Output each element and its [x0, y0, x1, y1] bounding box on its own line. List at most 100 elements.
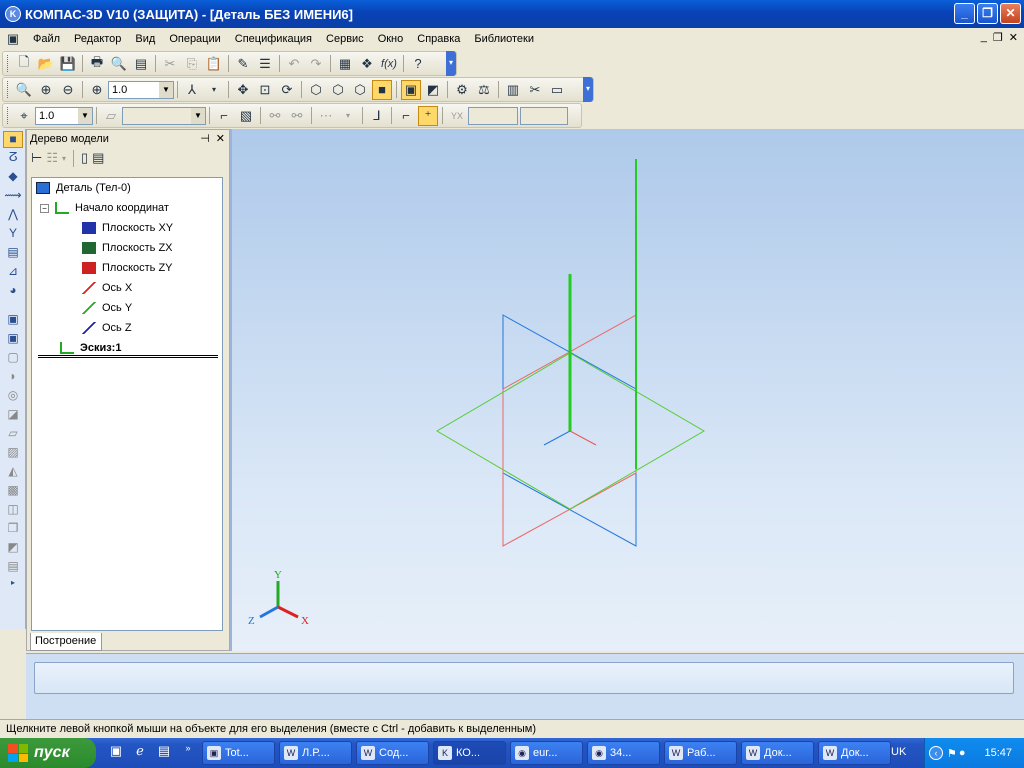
tree-node-plane-xy[interactable]: Плоскость XY [82, 222, 173, 234]
measure-icon[interactable]: ⊿ [3, 264, 23, 281]
wireframe-icon[interactable]: ⬡ [306, 80, 326, 100]
menu-specification[interactable]: Спецификация [228, 33, 319, 45]
mirror-icon[interactable]: ◫ [3, 502, 23, 519]
model-viewport[interactable]: Y X Z [230, 129, 1024, 651]
menu-service[interactable]: Сервис [319, 33, 371, 45]
globe-icon[interactable]: ● [959, 747, 966, 759]
tree-node-root[interactable]: Деталь (Тел-0) [36, 182, 131, 194]
x-coordinate-field[interactable] [468, 106, 518, 125]
tree-node-axis-x[interactable]: Ось X [82, 282, 132, 294]
quicklaunch-more-icon[interactable]: » [178, 743, 198, 763]
orientation-icon[interactable]: ⅄ [182, 80, 202, 100]
display-icon[interactable]: ▭ [547, 80, 567, 100]
sketch-icon[interactable]: ⌐ [214, 106, 234, 126]
pin-icon[interactable]: ⊣ [200, 132, 210, 145]
context-help-icon[interactable]: ? [408, 54, 428, 74]
taskbar-item[interactable]: W Док... [741, 741, 814, 765]
print-icon[interactable]: 🖶 [87, 54, 107, 74]
calculator-icon[interactable]: ▤ [154, 743, 174, 763]
fit-all-icon[interactable]: ⊡ [255, 80, 275, 100]
layer-icon[interactable]: ▱ [101, 106, 121, 126]
model-check-icon[interactable]: ▥ [503, 80, 523, 100]
shell-icon[interactable]: ▱ [3, 426, 23, 443]
cut-extrude-icon[interactable]: ▢ [3, 350, 23, 367]
page-setup-icon[interactable]: ▤ [131, 54, 151, 74]
taskbar-item[interactable]: W Сод... [356, 741, 429, 765]
quicklaunch-app-icon[interactable]: ▣ [106, 743, 126, 763]
zoom-scale-icon[interactable]: ⊕ [87, 80, 107, 100]
paste-icon[interactable]: 📋 [204, 54, 224, 74]
mdi-restore-button[interactable]: ❐ [993, 31, 1003, 44]
boolean-icon[interactable]: ▤ [3, 559, 23, 576]
y-coordinate-field[interactable] [520, 106, 568, 125]
spatial-curves-icon[interactable]: ⟿ [3, 188, 23, 205]
tree-structure-icon[interactable]: ⊢ [31, 150, 42, 166]
variables-icon[interactable]: f(x) [379, 54, 399, 74]
menu-libraries[interactable]: Библиотеки [467, 33, 541, 45]
restore-button[interactable]: ❐ [977, 3, 998, 24]
panel-more-icon[interactable]: ▸ [3, 578, 23, 595]
taskbar-item[interactable]: ▣ Tot... [202, 741, 275, 765]
menu-window[interactable]: Окно [371, 33, 411, 45]
array-icon[interactable]: ▩ [3, 483, 23, 500]
undo-icon[interactable]: ↶ [284, 54, 304, 74]
fillet-icon[interactable]: ◗ [3, 369, 23, 386]
library-icon[interactable]: ❖ [357, 54, 377, 74]
taskbar-item[interactable]: W Л.Р.... [279, 741, 352, 765]
spec-icon[interactable]: ▤ [3, 245, 23, 262]
geometry-icon[interactable]: ⵒ [3, 150, 23, 167]
zoom-in-icon[interactable]: ⊕ [36, 80, 56, 100]
cut-icon[interactable]: ✂ [160, 54, 180, 74]
manager-icon[interactable]: ▦ [335, 54, 355, 74]
properties-icon[interactable]: ✎ [233, 54, 253, 74]
collapse-icon[interactable]: − [40, 203, 49, 213]
zoom-combobox[interactable]: 1.0 ▼ [108, 80, 174, 99]
tools-icon[interactable]: ✂ [525, 80, 545, 100]
internet-explorer-icon[interactable]: ℯ [130, 743, 150, 763]
parametric-icon[interactable]: ⚯ [265, 106, 285, 126]
menu-view[interactable]: Вид [128, 33, 162, 45]
hidden-lines-icon[interactable]: ⬡ [328, 80, 348, 100]
taskbar-item[interactable]: W Док... [818, 741, 891, 765]
menu-operations[interactable]: Операции [162, 33, 227, 45]
network-icon[interactable]: ⚑ [947, 747, 957, 760]
filters-icon[interactable]: Y [3, 226, 23, 243]
measure-icon[interactable]: ⚙ [452, 80, 472, 100]
tree-node-origin[interactable]: − Начало координат [40, 202, 169, 214]
toolbar-options-icon[interactable]: ▾ [583, 77, 593, 102]
minimize-button[interactable]: _ [954, 3, 975, 24]
grid-icon[interactable]: ⋯ [316, 106, 336, 126]
constraint-icon[interactable]: ⚯ [287, 106, 307, 126]
mdi-minimize-button[interactable]: _ [981, 31, 987, 44]
tree-order-icon[interactable]: ☷ [46, 150, 58, 166]
save-icon[interactable]: 💾 [58, 54, 78, 74]
chevron-down-icon[interactable]: ▼ [159, 81, 173, 98]
ortho-icon[interactable]: ⌐ [396, 106, 416, 126]
copy-icon[interactable]: ⎘ [182, 54, 202, 74]
chamfer-icon[interactable]: ◪ [3, 407, 23, 424]
extrude-icon[interactable]: ▣ [3, 312, 23, 329]
tab-construction[interactable]: Построение [30, 633, 102, 651]
tree-document-icon[interactable]: ▯ [81, 150, 88, 166]
open-folder-icon[interactable]: 📂 [36, 54, 56, 74]
menu-file[interactable]: Файл [26, 33, 67, 45]
taskbar-item[interactable]: ◉ 34... [587, 741, 660, 765]
local-cs-icon[interactable]: ⅃ [367, 106, 387, 126]
perspective-icon[interactable]: ◩ [423, 80, 443, 100]
view-tools-icon[interactable]: ■ [3, 131, 23, 148]
snap-icon[interactable]: ⁺ [418, 105, 438, 126]
window-titlebar[interactable]: K КОМПАС-3D V10 (ЗАЩИТА) - [Деталь БЕЗ И… [0, 0, 1024, 28]
shaded-edges-icon[interactable]: ▣ [401, 79, 421, 100]
pan-icon[interactable]: ✥ [233, 80, 253, 100]
tree-node-axis-z[interactable]: Ось Z [82, 322, 132, 334]
zoom-out-icon[interactable]: ⊖ [58, 80, 78, 100]
tree-order-dropdown-icon[interactable]: ▾ [62, 154, 66, 163]
tree-node-plane-zy[interactable]: Плоскость ZY [82, 262, 173, 274]
tree-node-plane-zx[interactable]: Плоскость ZX [82, 242, 173, 254]
step-combobox[interactable]: 1.0 ▼ [35, 106, 93, 125]
clock[interactable]: 15:47 [984, 747, 1012, 759]
orientation-dropdown-icon[interactable]: ▾ [204, 80, 224, 100]
rotate-icon[interactable]: ⟳ [277, 80, 297, 100]
start-button[interactable]: пуск [0, 738, 96, 768]
close-button[interactable]: ✕ [1000, 3, 1021, 24]
